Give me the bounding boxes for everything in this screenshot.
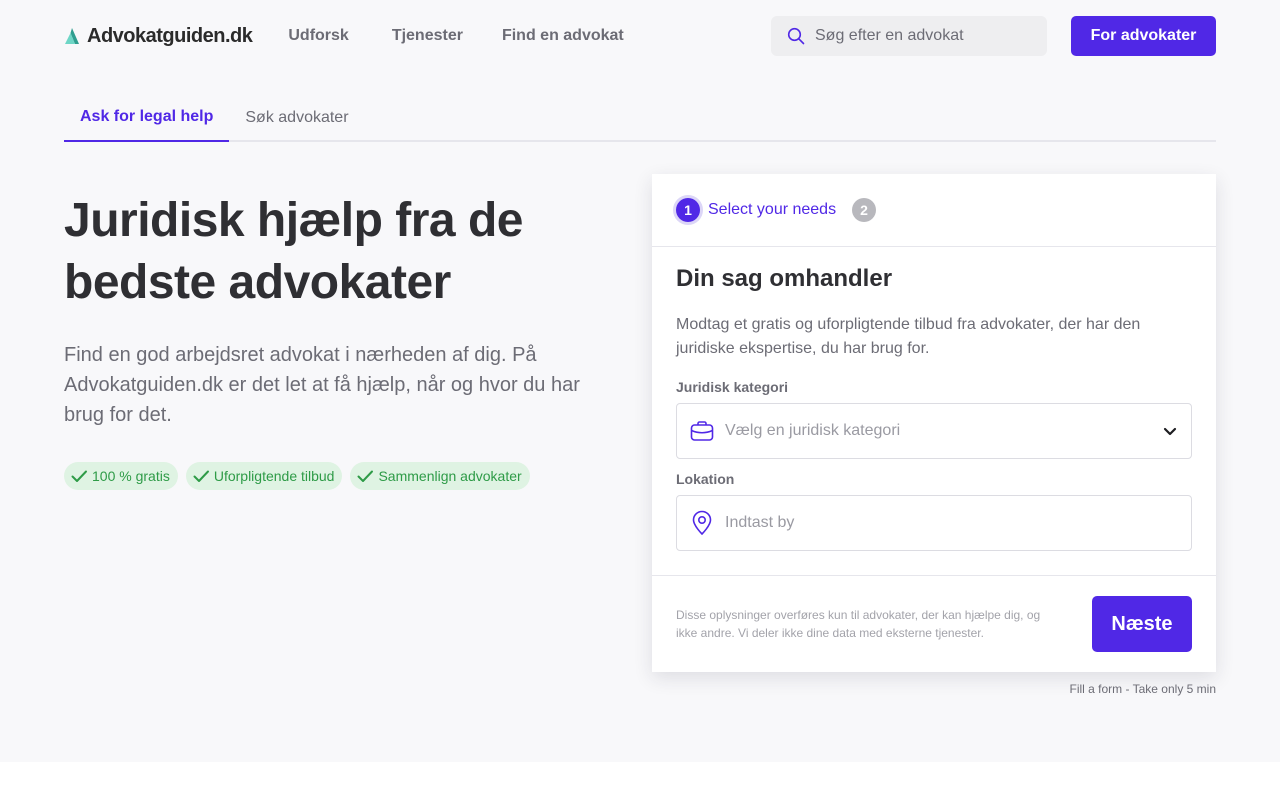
check-icon bbox=[193, 470, 209, 482]
badge-non-binding: Uforpligtende tilbud bbox=[185, 462, 343, 490]
check-icon bbox=[357, 470, 374, 482]
nav-item-find-advokat[interactable]: Find en advokat bbox=[502, 27, 624, 45]
category-label: Juridisk kategori bbox=[676, 379, 789, 395]
form-description: Modtag et gratis og uforpligtende tilbud… bbox=[676, 316, 1141, 357]
location-label: Lokation bbox=[676, 471, 735, 487]
form-body: Din sag omhandler Modtag et gratis og uf… bbox=[652, 247, 1216, 551]
badge-list: 100 % gratis Uforpligtende tilbud Sammen… bbox=[64, 462, 624, 490]
next-button[interactable]: Næste bbox=[1092, 596, 1192, 652]
logo[interactable]: Advokatguiden.dk bbox=[64, 24, 253, 48]
hero-title: Juridisk hjælp fra de bedste advokater bbox=[64, 194, 523, 309]
privacy-disclaimer: Disse oplysninger overføres kun til advo… bbox=[676, 608, 1041, 640]
tab-sog-advokater[interactable]: Søk advokater bbox=[229, 94, 364, 142]
location-pin-icon bbox=[692, 510, 712, 535]
form-duration-note: Fill a form - Take only 5 min bbox=[1069, 682, 1217, 696]
badge-label: Uforpligtende tilbud bbox=[213, 468, 335, 484]
location-field[interactable] bbox=[676, 495, 1192, 551]
nav-item-tjenester[interactable]: Tjenester bbox=[392, 27, 463, 45]
location-input[interactable] bbox=[725, 514, 1179, 532]
legal-help-form: 1 Select your needs 2 Din sag omhandler … bbox=[652, 174, 1216, 672]
nav-item-udforsk[interactable]: Udforsk bbox=[288, 27, 348, 45]
main-nav: Udforsk Tjenester Find en advokat bbox=[288, 27, 623, 45]
form-title: Din sag omhandler bbox=[676, 265, 893, 292]
tab-bar: Ask for legal help Søk advokater bbox=[64, 94, 1216, 142]
logo-mark-icon bbox=[65, 28, 79, 44]
briefcase-icon bbox=[690, 421, 714, 441]
badge-label: Sammenlign advokater bbox=[378, 468, 522, 484]
step-1-label: Select your needs bbox=[708, 201, 837, 218]
badge-free: 100 % gratis bbox=[64, 462, 178, 490]
header: Advokatguiden.dk Udforsk Tjenester Find … bbox=[64, 16, 1216, 56]
search-box[interactable] bbox=[771, 16, 1047, 56]
logo-text: Advokatguiden.dk bbox=[87, 24, 253, 47]
check-icon bbox=[71, 470, 87, 482]
category-placeholder: Vælg en juridisk kategori bbox=[725, 422, 901, 439]
hero-subtitle: Find en god arbejdsret advokat i nærhede… bbox=[64, 344, 580, 426]
badge-compare: Sammenlign advokater bbox=[350, 462, 530, 490]
search-icon bbox=[787, 27, 805, 45]
tab-ask-legal-help[interactable]: Ask for legal help bbox=[64, 94, 230, 142]
chevron-down-icon bbox=[1163, 427, 1177, 436]
step-2-number: 2 bbox=[852, 198, 877, 222]
badge-label: 100 % gratis bbox=[92, 468, 170, 484]
category-select[interactable]: Vælg en juridisk kategori bbox=[676, 403, 1192, 459]
search-input[interactable] bbox=[815, 27, 1015, 45]
for-advokater-button[interactable]: For advokater bbox=[1071, 16, 1216, 56]
step-indicator: 1 Select your needs 2 bbox=[652, 174, 1216, 247]
form-footer: Disse oplysninger overføres kun til advo… bbox=[652, 575, 1216, 672]
step-1-number: 1 bbox=[676, 198, 700, 222]
hero-section: Juridisk hjælp fra de bedste advokater F… bbox=[64, 190, 624, 490]
page: Advokatguiden.dk Udforsk Tjenester Find … bbox=[0, 0, 1280, 762]
